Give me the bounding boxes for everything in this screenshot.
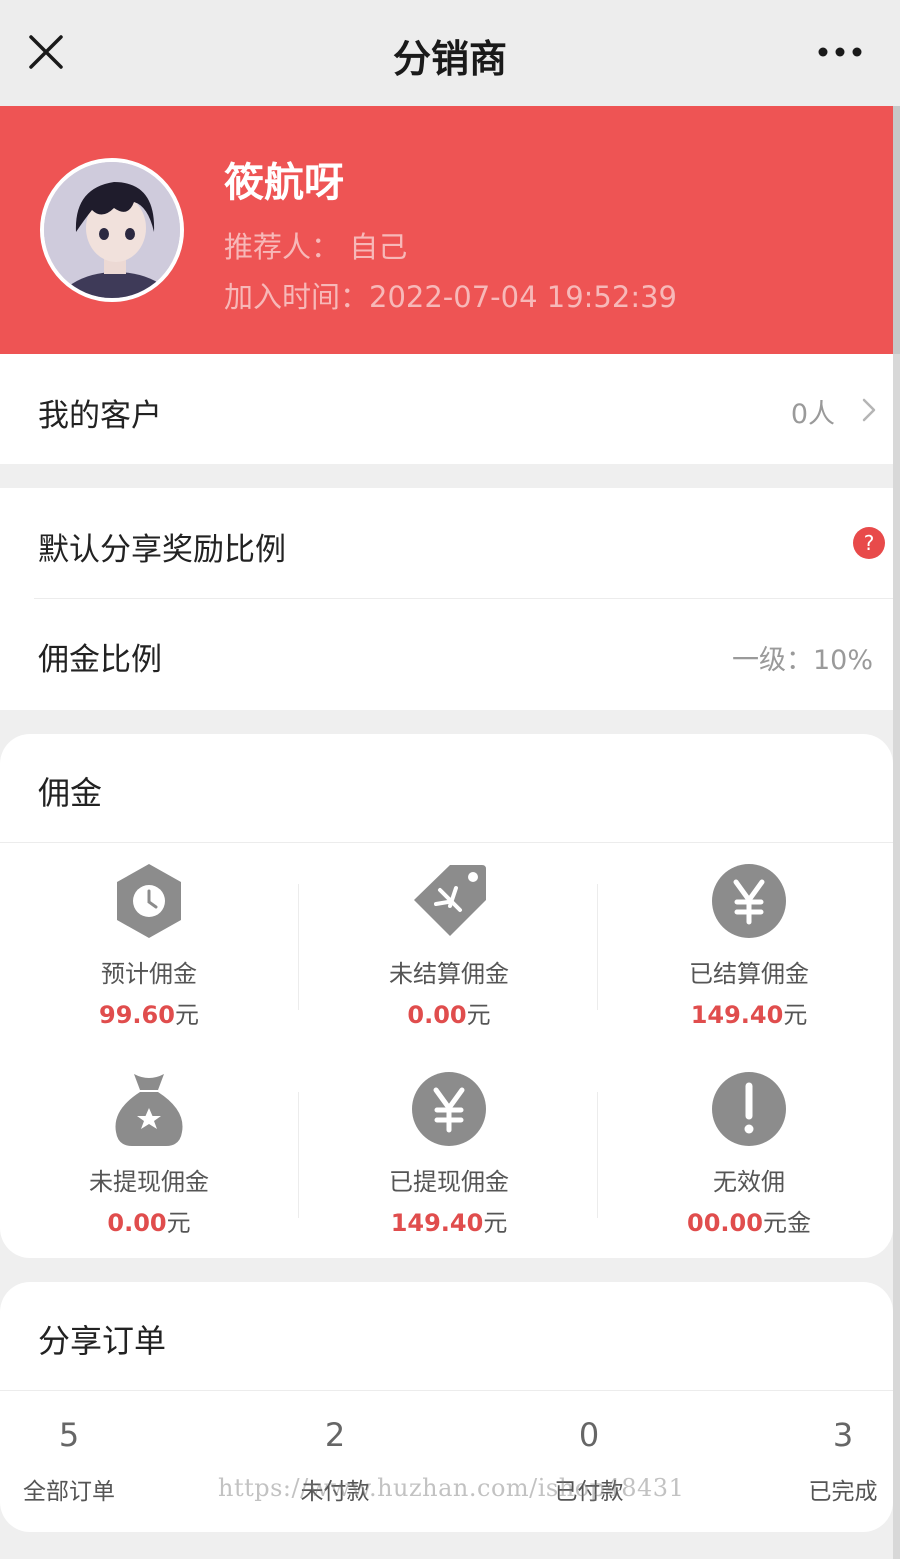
column-divider [597, 884, 598, 1010]
help-icon[interactable]: ? [853, 527, 885, 559]
user-name: 筱航呀 [224, 160, 344, 206]
item-label: 已结算佣金 [689, 960, 809, 988]
order-count: 3 [832, 1416, 854, 1454]
shared-orders-title: 分享订单 [38, 1322, 167, 1360]
item-amount: 149.40元 [690, 1001, 808, 1029]
top-bar: 分销商 [0, 0, 900, 106]
item-amount: 0.00元 [107, 1209, 191, 1237]
exclamation-icon [712, 1072, 786, 1146]
referrer-text: 推荐人： 自己 [224, 230, 408, 264]
order-count: 0 [578, 1416, 600, 1454]
invalid-commission[interactable]: 无效佣 00.00元金 [600, 1070, 898, 1238]
order-label: 已完成 [808, 1479, 878, 1505]
svg-text:?: ? [864, 531, 875, 555]
column-divider [298, 884, 299, 1010]
yen-icon [712, 864, 786, 938]
my-customers-row[interactable]: 我的客户 0人 [0, 354, 893, 464]
yen-icon [412, 1072, 486, 1146]
avatar [40, 158, 184, 302]
chevron-right-icon [862, 398, 876, 422]
money-bag-icon [115, 1074, 183, 1146]
item-label: 未结算佣金 [389, 960, 509, 988]
order-label: 全部订单 [23, 1479, 115, 1505]
price-tag-icon [414, 865, 486, 936]
order-stat-completed[interactable]: 3 已完成 [768, 1416, 900, 1506]
card-divider [0, 1390, 893, 1391]
column-divider [597, 1092, 598, 1218]
commission-ratio-label: 佣金比例 [38, 642, 162, 678]
scrollbar[interactable] [893, 106, 900, 1559]
settled-commission[interactable]: 已结算佣金 149.40元 [600, 862, 898, 1030]
more-icon[interactable] [818, 44, 862, 60]
item-amount: 99.60元 [99, 1001, 199, 1029]
item-amount: 00.00元金 [687, 1209, 811, 1237]
item-amount: 149.40元 [390, 1209, 508, 1237]
ratio-section: 默认分享奖励比例 ? 佣金比例 一级：10% [0, 488, 893, 710]
join-time-text: 加入时间：2022-07-04 19:52:39 [224, 280, 677, 314]
order-count: 5 [58, 1416, 80, 1454]
card-divider [0, 842, 893, 843]
profile-header: 筱航呀 推荐人： 自己 加入时间：2022-07-04 19:52:39 [0, 106, 893, 354]
commission-card: 佣金 预计佣金 99.60元 未结算佣金 0.00元 已结算佣金 149.40元 [0, 734, 893, 1258]
withdrawn-commission[interactable]: 已提现佣金 149.40元 [300, 1070, 598, 1238]
page-title: 分销商 [392, 37, 507, 81]
commission-ratio-value: 一级：10% [731, 645, 873, 676]
row-divider [34, 598, 893, 599]
order-count: 2 [324, 1416, 346, 1454]
unwithdrawn-commission[interactable]: 未提现佣金 0.00元 [0, 1070, 298, 1238]
estimated-commission[interactable]: 预计佣金 99.60元 [0, 862, 298, 1030]
watermark: https://www.huzhan.com/ishop48431 [218, 1474, 685, 1502]
item-label: 未提现佣金 [89, 1168, 209, 1196]
item-label: 已提现佣金 [389, 1168, 509, 1196]
column-divider [298, 1092, 299, 1218]
order-stat-all[interactable]: 5 全部订单 [0, 1416, 144, 1506]
my-customers-label: 我的客户 [38, 398, 162, 434]
clock-icon [117, 864, 181, 938]
unsettled-commission[interactable]: 未结算佣金 0.00元 [300, 862, 598, 1030]
commission-title: 佣金 [38, 774, 103, 812]
item-label: 无效佣 [713, 1168, 785, 1196]
customers-count: 0人 [790, 399, 835, 430]
scrollbar-thumb[interactable] [893, 106, 900, 354]
item-amount: 0.00元 [407, 1001, 491, 1029]
share-ratio-label: 默认分享奖励比例 [38, 532, 286, 568]
item-label: 预计佣金 [101, 960, 197, 988]
avatar-image [44, 162, 180, 298]
